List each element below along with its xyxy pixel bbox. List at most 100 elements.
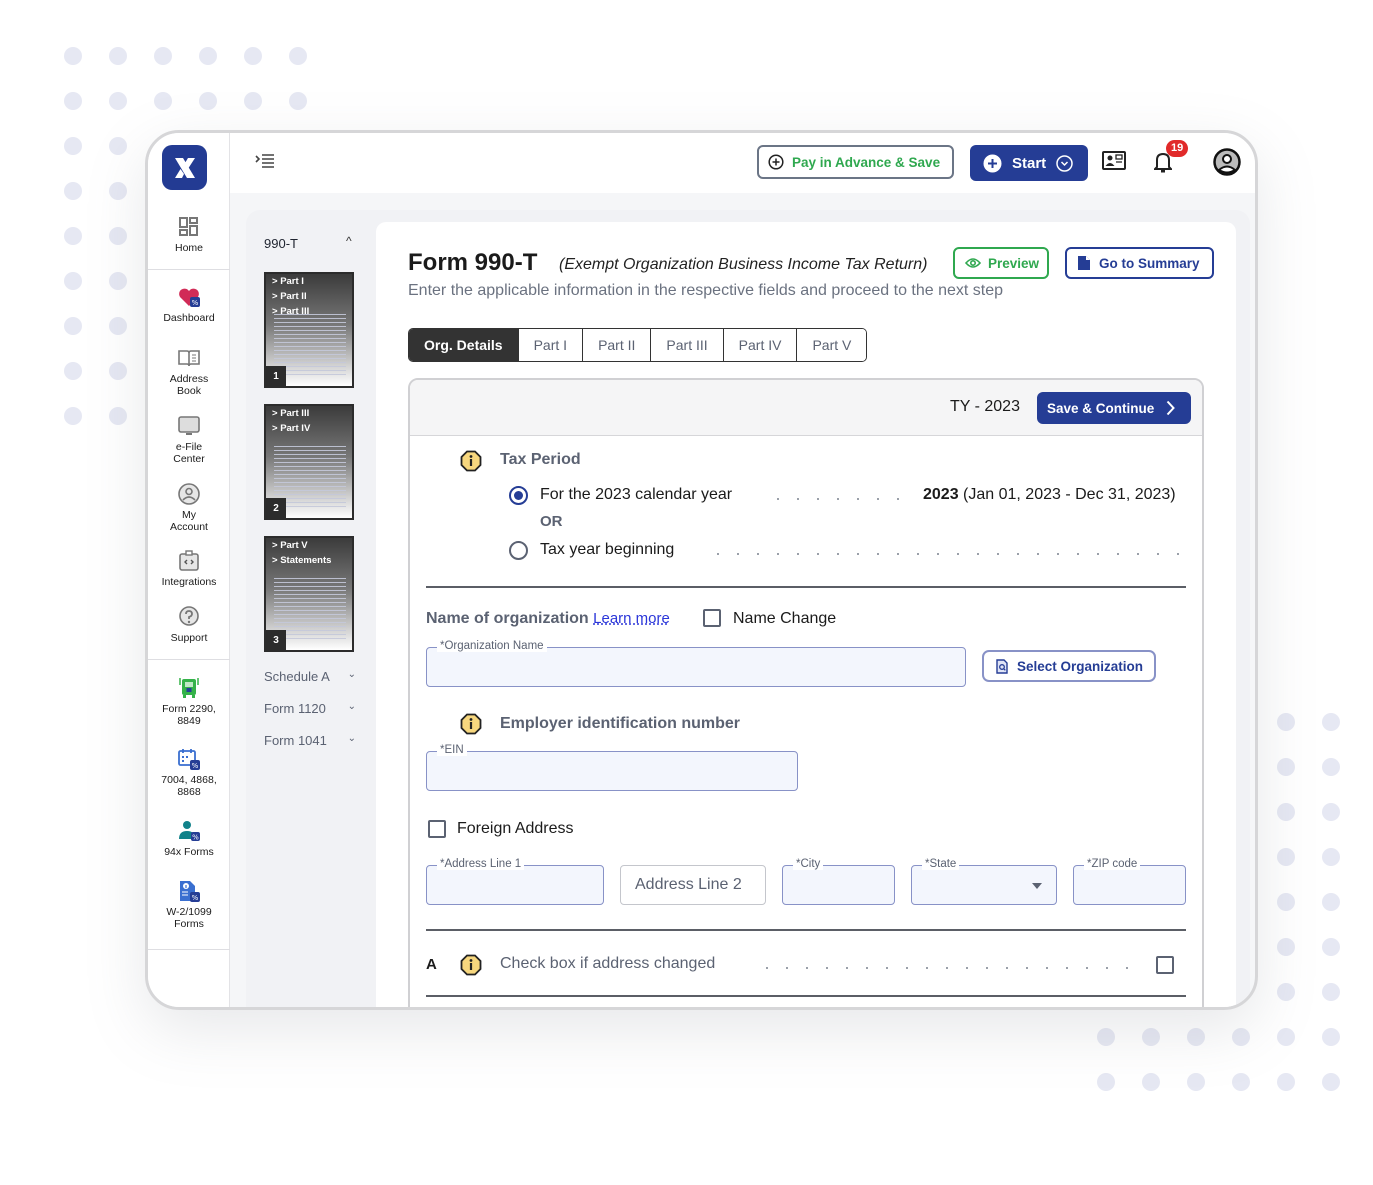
dropdown-arrow-icon xyxy=(1032,883,1042,889)
sidebar-item-my-account[interactable]: My Account xyxy=(148,482,230,533)
app-logo[interactable] xyxy=(162,145,207,190)
accordion-form-1120[interactable]: Form 1120 ⌄ xyxy=(264,701,356,716)
background-dot xyxy=(109,362,127,380)
sidebar-item-label: Address Book xyxy=(169,373,209,397)
thumbnail-part-link[interactable]: > Part V xyxy=(266,538,352,553)
thumbnail-part-link[interactable]: > Statements xyxy=(266,553,352,568)
chevron-right-icon xyxy=(1167,400,1176,416)
info-icon[interactable] xyxy=(460,954,482,976)
go-to-summary-label: Go to Summary xyxy=(1099,255,1200,271)
document-icon xyxy=(1078,256,1090,270)
section-divider xyxy=(426,995,1186,997)
background-dot xyxy=(109,92,127,110)
thumbnail-part-link[interactable]: > Part III xyxy=(266,406,352,421)
help-icon xyxy=(179,606,199,626)
thumbnail-part-link[interactable]: > Part IV xyxy=(266,421,352,436)
accordion-label: Schedule A xyxy=(264,669,330,684)
thumbnail-part-link[interactable]: > Part II xyxy=(266,289,352,304)
accordion-label: Form 1041 xyxy=(264,733,327,748)
background-dot xyxy=(1277,893,1295,911)
foreign-address-label: Foreign Address xyxy=(457,820,574,837)
background-dot xyxy=(1187,1028,1205,1046)
user-profile-icon[interactable] xyxy=(1213,148,1241,176)
start-button[interactable]: Start xyxy=(970,145,1088,181)
save-continue-button[interactable]: Save & Continue xyxy=(1037,392,1191,424)
background-dot xyxy=(1277,1028,1295,1046)
tab-org-details[interactable]: Org. Details xyxy=(409,329,519,361)
sidebar-item-address-book[interactable]: Address Book xyxy=(148,346,230,397)
page-thumbnail-2[interactable]: > Part III > Part IV 2 xyxy=(264,404,354,520)
background-dot xyxy=(64,182,82,200)
info-icon[interactable] xyxy=(460,450,482,472)
tax-year-label: TY - 2023 xyxy=(950,398,1020,415)
background-dot xyxy=(109,317,127,335)
tab-part-4[interactable]: Part IV xyxy=(723,329,798,361)
line-a-letter: A xyxy=(426,956,437,973)
workspace-panel: 990-T ^ > Part I > Part II > Part III 1 … xyxy=(246,210,1250,1007)
sidebar-item-integrations[interactable]: Integrations xyxy=(148,549,230,588)
app-window: Home % Dashboard Address Book e-File Cen xyxy=(145,130,1258,1010)
sidebar-item-dashboard[interactable]: % Dashboard xyxy=(148,285,230,324)
state-select[interactable]: *State xyxy=(911,858,1057,905)
menu-toggle-icon[interactable] xyxy=(255,153,275,169)
address-line-2-input[interactable]: Address Line 2 xyxy=(620,865,766,905)
sidebar-item-label: W-2/1099 Forms xyxy=(166,906,212,930)
plus-circle-icon xyxy=(983,154,1002,172)
thumbnail-part-link[interactable]: > Part I xyxy=(266,274,352,289)
accordion-form-1041[interactable]: Form 1041 ⌄ xyxy=(264,733,356,748)
tab-part-5[interactable]: Part V xyxy=(797,329,867,361)
id-card-icon[interactable] xyxy=(1102,151,1126,170)
address-changed-checkbox[interactable] xyxy=(1156,956,1174,974)
pay-in-advance-button[interactable]: Pay in Advance & Save xyxy=(757,145,954,179)
sidebar-item-94x-forms[interactable]: % 94x Forms xyxy=(148,819,230,858)
field-label: *Address Line 1 xyxy=(437,858,525,870)
background-dot xyxy=(109,227,127,245)
calendar-year-radio[interactable] xyxy=(509,486,528,505)
preview-button[interactable]: Preview xyxy=(953,247,1049,279)
sidebar-item-form-2290[interactable]: Form 2290, 8849 xyxy=(148,676,230,727)
chevron-down-icon: ⌄ xyxy=(347,733,356,744)
tax-year-beginning-radio[interactable] xyxy=(509,541,528,560)
org-details-form: TY - 2023 Save & Continue Tax Period For xyxy=(408,378,1204,1007)
address-line-1-input[interactable]: *Address Line 1 xyxy=(426,858,604,905)
organization-name-input[interactable]: *Organization Name xyxy=(426,640,966,687)
background-dot xyxy=(1322,938,1340,956)
tab-part-3[interactable]: Part III xyxy=(651,329,724,361)
integrations-icon xyxy=(179,550,199,571)
org-name-title: Name of organization Learn more xyxy=(426,610,670,627)
sidebar-item-extension-forms[interactable]: % 7004, 4868, 8868 xyxy=(148,747,230,798)
collapse-caret-icon[interactable]: ^ xyxy=(346,234,352,248)
ein-input[interactable]: *EIN xyxy=(426,744,798,791)
sidebar-item-support[interactable]: Support xyxy=(148,605,230,644)
foreign-address-checkbox[interactable] xyxy=(428,820,446,838)
sidebar-item-home[interactable]: Home xyxy=(148,215,230,254)
city-input[interactable]: *City xyxy=(782,858,895,905)
name-change-checkbox[interactable] xyxy=(703,609,721,627)
info-icon[interactable] xyxy=(460,713,482,735)
preview-label: Preview xyxy=(988,255,1040,271)
zip-code-input[interactable]: *ZIP code xyxy=(1073,858,1186,905)
thumbnail-part-link[interactable]: > Part III xyxy=(266,304,352,319)
background-dot xyxy=(1277,803,1295,821)
chevron-down-icon: ⌄ xyxy=(347,701,356,712)
document-search-icon xyxy=(996,658,1008,674)
sidebar-item-efile-center[interactable]: e-File Center xyxy=(148,414,230,465)
tab-part-1[interactable]: Part I xyxy=(518,329,584,361)
or-label: OR xyxy=(540,513,563,530)
background-dot xyxy=(1322,848,1340,866)
page-thumbnail-1[interactable]: > Part I > Part II > Part III 1 xyxy=(264,272,354,388)
accordion-label: Form 1120 xyxy=(264,701,326,716)
form-header: TY - 2023 Save & Continue xyxy=(410,380,1202,436)
learn-more-link[interactable]: Learn more xyxy=(593,610,670,627)
sidebar-item-label: Form 2290, 8849 xyxy=(162,703,216,727)
tab-part-2[interactable]: Part II xyxy=(583,329,652,361)
sidebar-item-w2-1099[interactable]: % W-2/1099 Forms xyxy=(148,879,230,930)
select-organization-button[interactable]: Select Organization xyxy=(982,650,1156,682)
current-form-label: 990-T xyxy=(264,236,298,251)
tax-period-title: Tax Period xyxy=(500,451,581,468)
page-thumbnail-3[interactable]: > Part V > Statements 3 xyxy=(264,536,354,652)
background-dot xyxy=(1322,893,1340,911)
accordion-schedule-a[interactable]: Schedule A ⌄ xyxy=(264,669,356,684)
field-label: *ZIP code xyxy=(1084,858,1141,870)
go-to-summary-button[interactable]: Go to Summary xyxy=(1065,247,1214,279)
